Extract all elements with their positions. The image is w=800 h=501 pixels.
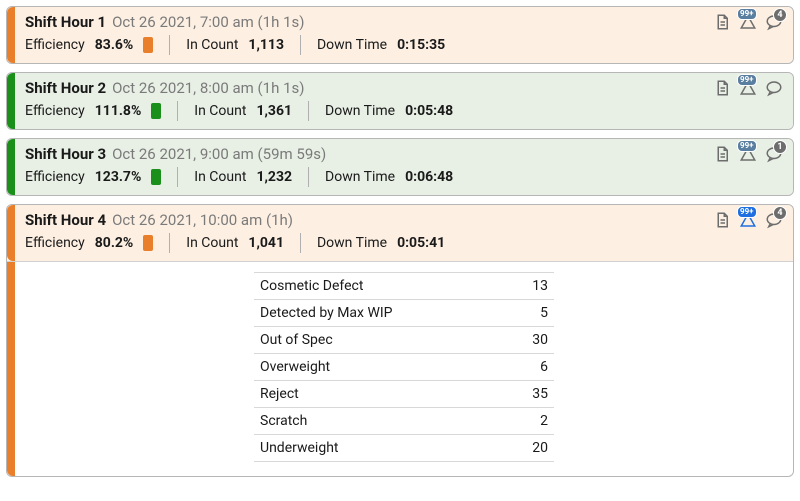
down-time-metric: Down Time 0:05:41 [317,235,445,251]
in-count-metric: In Count 1,041 [186,235,284,251]
divider [300,35,301,55]
chat-icon[interactable]: 1 [765,145,783,163]
status-bar [7,7,15,63]
status-bar [7,205,15,261]
down-time-metric: Down Time 0:05:48 [325,103,453,119]
shift-hour-card[interactable]: Shift Hour 3 Oct 26 2021, 9:00 am (59m 5… [6,138,794,196]
shift-hour-card[interactable]: Shift Hour 4 Oct 26 2021, 10:00 am (1h) … [6,204,794,477]
alert-icon[interactable]: 99+ [739,13,757,31]
note-icon[interactable] [713,211,731,229]
in-count-metric: In Count 1,361 [194,103,292,119]
table-row: Detected by Max WIP5 [254,300,554,327]
shift-hour-time: Oct 26 2021, 10:00 am (1h) [112,211,293,229]
status-bar [7,139,15,195]
divider [177,167,178,187]
shift-hour-title: Shift Hour 4 [25,211,106,229]
efficiency-chip [143,235,153,251]
shift-hour-title: Shift Hour 3 [25,145,106,163]
efficiency-metric: Efficiency 80.2% [25,235,153,251]
reject-breakdown-table: Cosmetic Defect13 Detected by Max WIP5 O… [254,272,554,462]
shift-hour-time: Oct 26 2021, 7:00 am (1h 1s) [112,13,304,31]
efficiency-chip [151,103,161,119]
note-icon[interactable] [713,145,731,163]
divider [300,233,301,253]
alert-count-badge: 99+ [737,206,757,218]
alert-icon[interactable]: 99+ [739,145,757,163]
note-icon[interactable] [713,13,731,31]
divider [308,167,309,187]
shift-hour-title: Shift Hour 1 [25,13,106,31]
in-count-metric: In Count 1,113 [186,37,284,53]
divider [308,101,309,121]
alert-icon[interactable]: 99+ [739,79,757,97]
down-time-metric: Down Time 0:06:48 [325,169,453,185]
table-row: Scratch2 [254,408,554,435]
chat-icon[interactable]: 4 [765,211,783,229]
alert-count-badge: 99+ [737,8,757,20]
efficiency-metric: Efficiency 111.8% [25,103,161,119]
reject-breakdown-panel: Cosmetic Defect13 Detected by Max WIP5 O… [7,262,793,476]
efficiency-chip [151,169,161,185]
efficiency-metric: Efficiency 83.6% [25,37,153,53]
note-icon[interactable] [713,79,731,97]
status-bar [7,73,15,129]
in-count-metric: In Count 1,232 [194,169,292,185]
shift-hour-time: Oct 26 2021, 9:00 am (59m 59s) [112,145,326,163]
table-row: Overweight6 [254,354,554,381]
divider [169,233,170,253]
shift-hour-card[interactable]: Shift Hour 1 Oct 26 2021, 7:00 am (1h 1s… [6,6,794,64]
table-row: Underweight20 [254,435,554,462]
divider [177,101,178,121]
chat-count-badge: 4 [773,8,787,22]
alert-icon[interactable]: 99+ [739,211,757,229]
alert-count-badge: 99+ [737,140,757,152]
shift-hour-title: Shift Hour 2 [25,79,106,97]
down-time-metric: Down Time 0:15:35 [317,37,445,53]
table-row: Out of Spec30 [254,327,554,354]
chat-count-badge: 1 [773,140,787,154]
efficiency-metric: Efficiency 123.7% [25,169,161,185]
alert-count-badge: 99+ [737,74,757,86]
divider [169,35,170,55]
chat-count-badge: 4 [773,206,787,220]
efficiency-chip [143,37,153,53]
chat-icon[interactable] [765,79,783,97]
table-row: Reject35 [254,381,554,408]
chat-icon[interactable]: 4 [765,13,783,31]
shift-hour-card[interactable]: Shift Hour 2 Oct 26 2021, 8:00 am (1h 1s… [6,72,794,130]
shift-hour-time: Oct 26 2021, 8:00 am (1h 1s) [112,79,304,97]
table-row: Cosmetic Defect13 [254,272,554,300]
